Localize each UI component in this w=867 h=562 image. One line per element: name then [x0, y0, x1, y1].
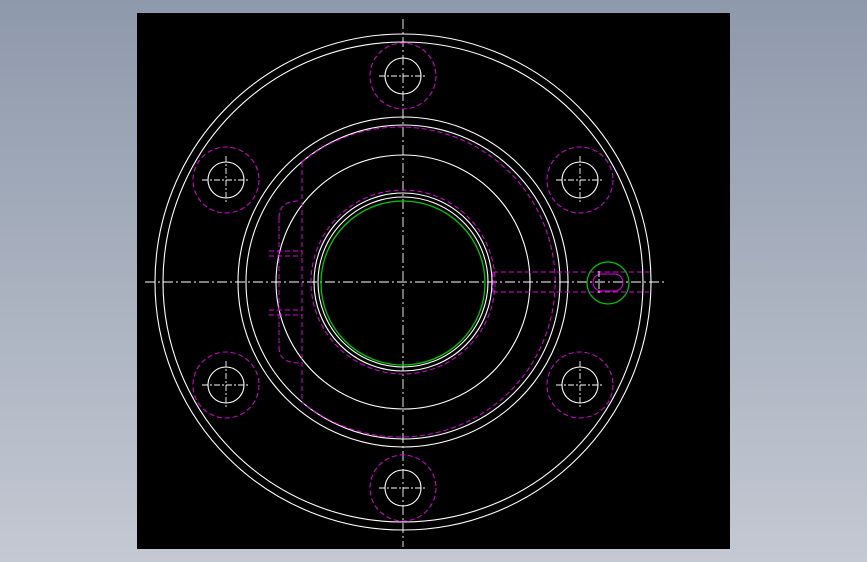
bolt-hole-lower-left[interactable]	[192, 351, 260, 419]
side-port-slot	[592, 273, 624, 292]
hidden-keyway-top	[278, 200, 300, 219]
bolt-hole-lower-right[interactable]	[546, 351, 614, 419]
cad-viewport[interactable]	[137, 13, 730, 549]
hidden-side-port-channel	[492, 271, 649, 293]
side-port[interactable]	[586, 261, 630, 305]
bolt-hole-upper-left[interactable]	[192, 146, 260, 214]
flange-drawing[interactable]	[137, 13, 730, 549]
bolt-hole-upper-right[interactable]	[546, 146, 614, 214]
hidden-hub-recess	[269, 126, 556, 438]
